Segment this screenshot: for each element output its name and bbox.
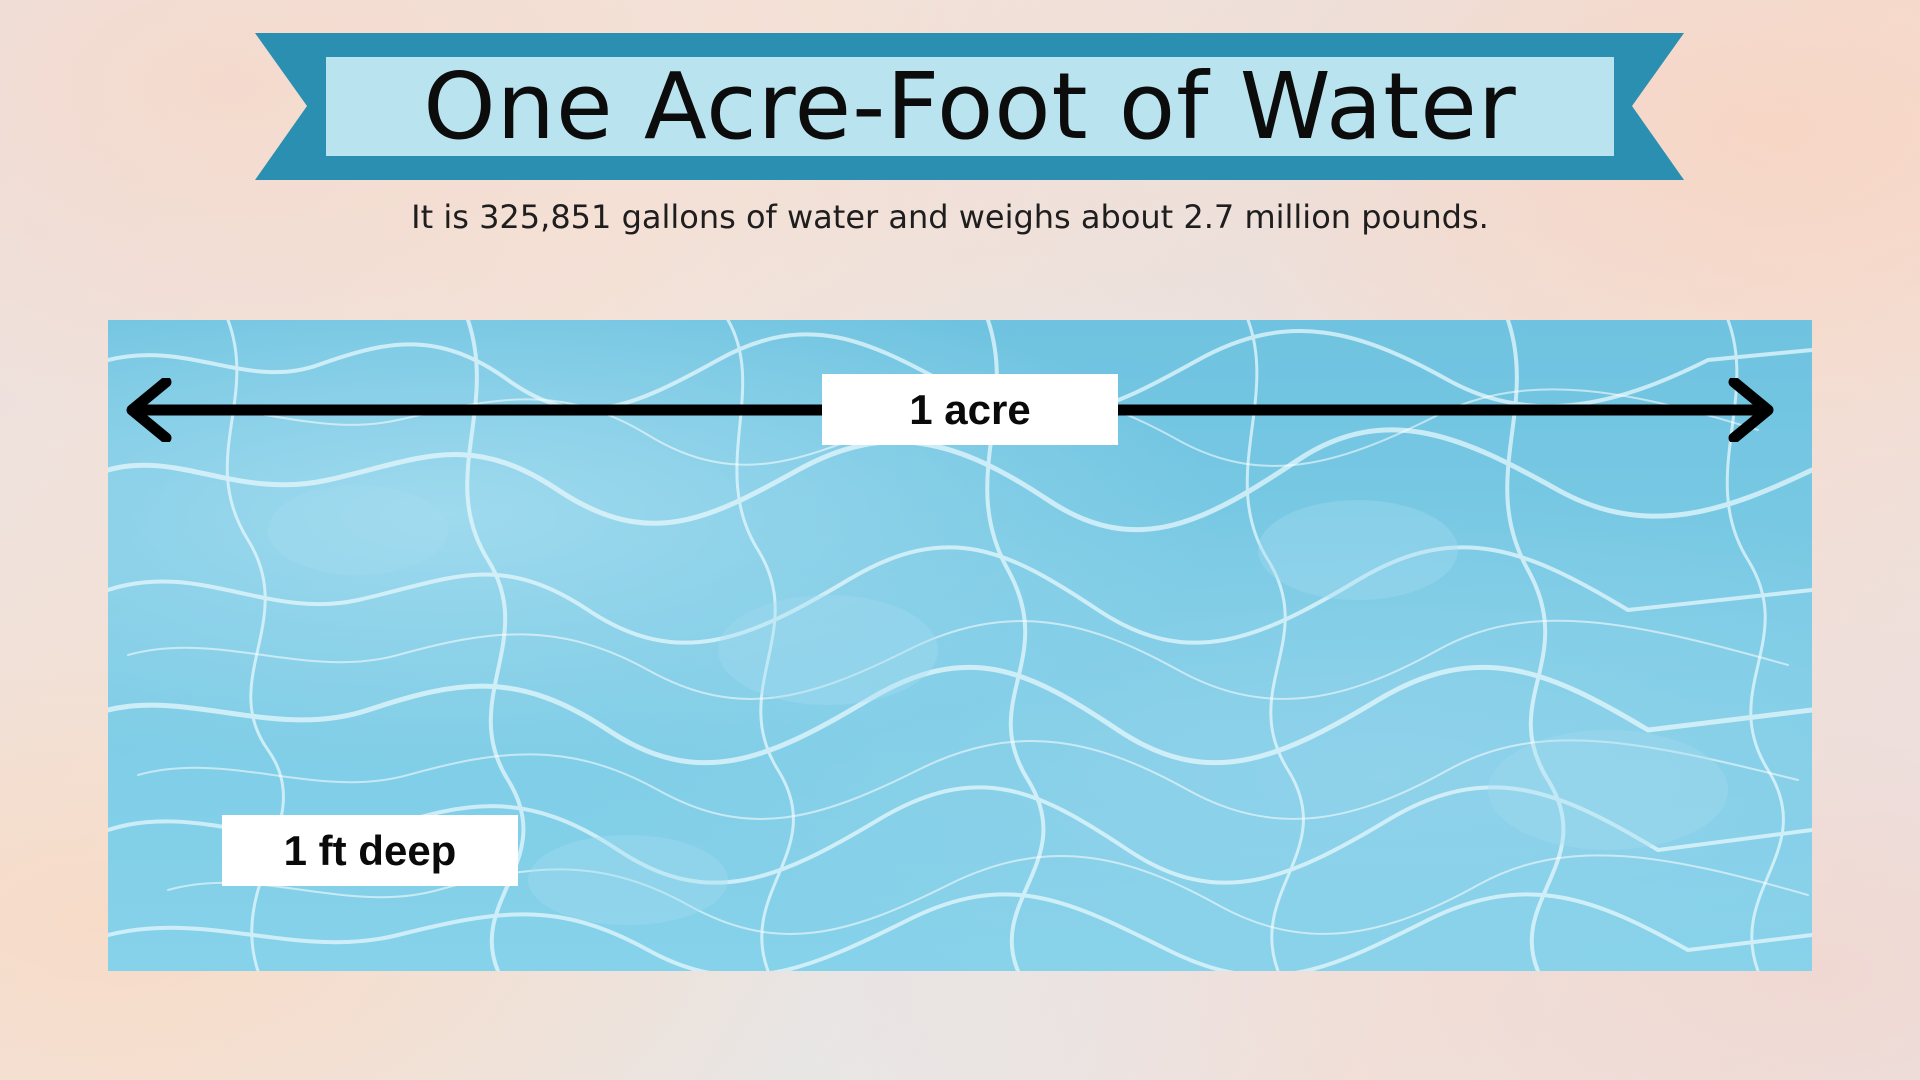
acre-width-label: 1 acre bbox=[822, 374, 1118, 445]
title-banner: One Acre-Foot of Water bbox=[255, 33, 1684, 180]
subtitle: It is 325,851 gallons of water and weigh… bbox=[411, 198, 1489, 236]
depth-label: 1 ft deep bbox=[222, 815, 518, 886]
title-box: One Acre-Foot of Water bbox=[326, 57, 1614, 156]
page-title: One Acre-Foot of Water bbox=[423, 52, 1517, 160]
